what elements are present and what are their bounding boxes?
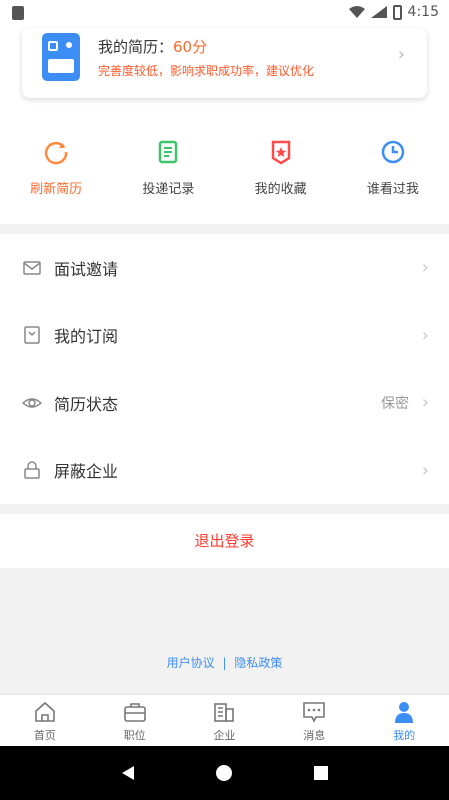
- resume-icon: [42, 33, 80, 81]
- logout-button[interactable]: 退出登录: [0, 514, 449, 568]
- menu-item-subscriptions[interactable]: 我的订阅 ›: [0, 302, 449, 370]
- menu-item-interview-invitations[interactable]: 面试邀请 ›: [0, 234, 449, 302]
- system-nav-bar: [0, 746, 449, 800]
- tab-jobs[interactable]: 职位: [90, 695, 180, 746]
- lock-icon: [24, 461, 40, 479]
- tab-me[interactable]: 我的: [359, 695, 449, 746]
- tab-label: 职位: [123, 729, 146, 742]
- status-bar: 4:15: [0, 0, 449, 28]
- menu-item-label: 我的订阅: [54, 327, 119, 347]
- clock-icon: [381, 140, 405, 164]
- menu-item-label: 简历状态: [54, 394, 119, 414]
- bottom-tab-bar: 首页 职位 企业 消息 我的: [0, 694, 449, 746]
- menu-item-label: 屏蔽企业: [54, 462, 119, 482]
- footer-separator: |: [222, 656, 227, 670]
- quick-action-favorites[interactable]: 我的收藏: [225, 138, 337, 198]
- briefcase-icon: [123, 703, 146, 722]
- signal-icon: [370, 6, 387, 18]
- profile-top-area: 我的简历：60分 完善度较低，影响求职成功率，建议优化 › 刷新简历 投递记录: [0, 28, 449, 224]
- eye-icon: [22, 398, 42, 408]
- chevron-right-icon: ›: [421, 392, 429, 414]
- sim-card-icon: [12, 6, 24, 20]
- wifi-icon: [348, 6, 365, 18]
- recents-icon[interactable]: [313, 765, 329, 781]
- tab-label: 首页: [33, 729, 56, 742]
- quick-action-who-viewed[interactable]: 谁看过我: [337, 138, 449, 198]
- quick-action-label: 谁看过我: [366, 182, 419, 197]
- chevron-right-icon: ›: [421, 257, 429, 279]
- user-agreement-link[interactable]: 用户协议: [167, 656, 215, 670]
- tab-home[interactable]: 首页: [0, 695, 90, 746]
- tab-companies[interactable]: 企业: [180, 695, 270, 746]
- tab-messages[interactable]: 消息: [269, 695, 359, 746]
- quick-action-refresh-resume[interactable]: 刷新简历: [0, 138, 112, 198]
- quick-action-label: 我的收藏: [254, 182, 307, 197]
- resume-status-value: 保密: [381, 395, 409, 412]
- building-icon: [214, 703, 235, 722]
- status-icons: 4:15: [348, 4, 439, 20]
- chevron-right-icon: ›: [421, 459, 429, 481]
- tab-label: 我的: [393, 729, 416, 742]
- menu-item-resume-status[interactable]: 简历状态 保密 ›: [0, 369, 449, 437]
- menu-item-label: 面试邀请: [54, 259, 119, 279]
- quick-action-label: 投递记录: [142, 182, 195, 197]
- menu-item-blocked-companies[interactable]: 屏蔽企业 ›: [0, 437, 449, 505]
- document-icon: [159, 140, 178, 164]
- user-icon: [395, 702, 414, 723]
- tab-label: 企业: [213, 729, 236, 742]
- chevron-right-icon: ›: [397, 44, 405, 65]
- resume-title-label: 我的简历：: [98, 38, 174, 56]
- quick-actions: 刷新简历 投递记录 我的收藏 谁看过我: [0, 138, 449, 198]
- quick-action-delivery-records[interactable]: 投递记录: [112, 138, 224, 198]
- resume-score: 60分: [173, 38, 208, 56]
- footer-links: 用户协议 | 隐私政策: [0, 654, 449, 671]
- tab-label: 消息: [303, 729, 326, 742]
- bookmark-star-icon: [271, 140, 290, 165]
- chat-icon: [303, 702, 326, 723]
- resume-card[interactable]: 我的简历：60分 完善度较低，影响求职成功率，建议优化 ›: [22, 28, 427, 98]
- resume-title: 我的简历：60分: [98, 36, 207, 57]
- chevron-right-icon: ›: [421, 324, 429, 346]
- resume-hint: 完善度较低，影响求职成功率，建议优化: [98, 64, 315, 78]
- settings-menu: 面试邀请 › 我的订阅 › 简历状态 保密 › 屏蔽企业 ›: [0, 234, 449, 504]
- battery-icon: [392, 4, 402, 20]
- privacy-policy-link[interactable]: 隐私政策: [234, 656, 282, 670]
- quick-action-label: 刷新简历: [30, 182, 83, 197]
- refresh-icon: [45, 141, 68, 165]
- bookmark-icon: [24, 326, 40, 344]
- mail-icon: [23, 261, 41, 275]
- back-icon[interactable]: [120, 765, 136, 781]
- home-icon: [35, 701, 55, 722]
- home-circle-icon[interactable]: [215, 764, 233, 782]
- status-time: 4:15: [407, 4, 439, 20]
